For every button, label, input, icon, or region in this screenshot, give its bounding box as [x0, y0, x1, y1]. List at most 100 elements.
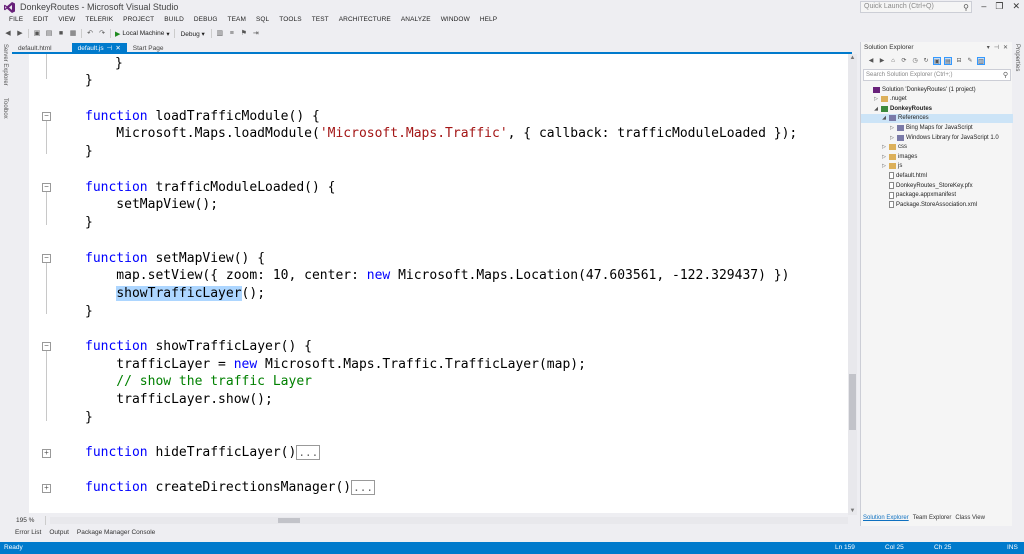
- menu-debug[interactable]: DEBUG: [189, 14, 223, 26]
- back-icon[interactable]: ◀: [867, 57, 875, 65]
- scroll-up-icon[interactable]: ▲: [848, 54, 857, 62]
- solution-explorer-panel: Solution Explorer ▾ ⊣ ✕ ◀ ▶ ⌂ ⟳ ◷ ↻ ▣ ▤ …: [860, 42, 1013, 526]
- menu-tools[interactable]: TOOLS: [274, 14, 306, 26]
- comment-icon[interactable]: ≡: [228, 30, 236, 38]
- expanded-arrow-icon[interactable]: ◢: [873, 106, 879, 112]
- tree-item[interactable]: ▷ images: [861, 152, 1013, 161]
- forward-icon[interactable]: ▶: [16, 30, 24, 38]
- tree-item[interactable]: ◢ References: [861, 113, 1013, 123]
- menu-file[interactable]: FILE: [4, 14, 28, 26]
- properties-tab[interactable]: Properties: [1014, 44, 1020, 71]
- solution-search-input[interactable]: Search Solution Explorer (Ctrl+;) ⚲: [863, 69, 1011, 81]
- indent-icon[interactable]: ⇥: [252, 30, 260, 38]
- menu-window[interactable]: WINDOW: [436, 14, 475, 26]
- menu-sql[interactable]: SQL: [251, 14, 274, 26]
- collapsed-arrow-icon[interactable]: ▷: [881, 144, 887, 150]
- configuration-dropdown[interactable]: Debug ▾: [179, 30, 207, 38]
- minimize-button[interactable]: –: [981, 1, 986, 12]
- title-bar: DonkeyRoutes - Microsoft Visual Studio Q…: [0, 0, 1024, 14]
- collapsed-arrow-icon[interactable]: ▷: [873, 96, 879, 102]
- scroll-thumb[interactable]: [849, 374, 856, 430]
- tab-solution-explorer[interactable]: Solution Explorer: [863, 515, 909, 525]
- file-icon: [889, 172, 894, 180]
- tree-item[interactable]: ▷ .nuget: [861, 95, 1013, 104]
- forward-icon[interactable]: ▶: [878, 57, 886, 65]
- code-editor[interactable]: } } − function loadTrafficModule() { Mic…: [12, 54, 852, 513]
- close-icon[interactable]: ✕: [115, 44, 120, 52]
- tab-output[interactable]: Output: [46, 528, 72, 539]
- close-icon[interactable]: ✕: [1003, 44, 1008, 51]
- close-button[interactable]: ✕: [1012, 1, 1020, 12]
- tree-item[interactable]: DonkeyRoutes_StoreKey.pfx: [861, 181, 1013, 190]
- undo-icon[interactable]: ↶: [86, 30, 94, 38]
- collapsed-arrow-icon[interactable]: ▷: [881, 163, 887, 169]
- maximize-button[interactable]: ❐: [995, 1, 1003, 12]
- menu-team[interactable]: TEAM: [223, 14, 251, 26]
- vertical-scrollbar[interactable]: ▲ ▼: [848, 54, 857, 515]
- pin-icon[interactable]: ⊣: [107, 44, 113, 52]
- new-project-icon[interactable]: ▣: [33, 30, 41, 38]
- home-icon[interactable]: ⌂: [889, 57, 897, 65]
- menu-view[interactable]: VIEW: [53, 14, 80, 26]
- tab-class-view[interactable]: Class View: [955, 515, 985, 525]
- menu-telerik[interactable]: TELERIK: [80, 14, 118, 26]
- tab-package-manager-console[interactable]: Package Manager Console: [74, 528, 158, 539]
- tree-item[interactable]: package.appxmanifest: [861, 191, 1013, 200]
- tab-error-list[interactable]: Error List: [12, 528, 44, 539]
- toolbox-tab[interactable]: Toolbox: [2, 98, 8, 119]
- collapsed-arrow-icon[interactable]: ▷: [889, 125, 895, 131]
- menu-test[interactable]: TEST: [307, 14, 334, 26]
- preview-icon[interactable]: ▥: [977, 57, 985, 65]
- visual-studio-logo-icon: [4, 2, 15, 13]
- sync-icon[interactable]: ⟳: [900, 57, 908, 65]
- expanded-arrow-icon[interactable]: ◢: [881, 115, 887, 121]
- bookmark-icon[interactable]: ⚑: [240, 30, 248, 38]
- back-icon[interactable]: ◀: [4, 30, 12, 38]
- tree-item[interactable]: default.html: [861, 171, 1013, 180]
- chevron-down-icon[interactable]: ▾: [987, 44, 990, 51]
- collapsed-region[interactable]: ...: [296, 445, 321, 460]
- folder-icon: [881, 96, 888, 103]
- refresh-icon[interactable]: ↻: [922, 57, 930, 65]
- keyword: function: [85, 180, 148, 195]
- menu-help[interactable]: HELP: [475, 14, 502, 26]
- tree-item[interactable]: ▷ Windows Library for JavaScript 1.0: [861, 133, 1013, 142]
- collapsed-arrow-icon[interactable]: ▷: [889, 135, 895, 141]
- menu-analyze[interactable]: ANALYZE: [396, 14, 436, 26]
- collapsed-arrow-icon[interactable]: ▷: [881, 154, 887, 160]
- horizontal-scroll-thumb[interactable]: [278, 518, 300, 523]
- save-all-icon[interactable]: ▦: [69, 30, 77, 38]
- show-all-files-icon[interactable]: ▤: [944, 57, 952, 65]
- menu-project[interactable]: PROJECT: [118, 14, 159, 26]
- tab-team-explorer[interactable]: Team Explorer: [913, 515, 952, 525]
- collapsed-region[interactable]: ...: [351, 480, 375, 495]
- pin-icon[interactable]: ⊣: [994, 44, 999, 51]
- menu-build[interactable]: BUILD: [159, 14, 189, 26]
- properties-icon[interactable]: ✎: [966, 57, 974, 65]
- menu-architecture[interactable]: ARCHITECTURE: [334, 14, 396, 26]
- tree-item[interactable]: Package.StoreAssociation.xml: [861, 200, 1013, 209]
- tree-item[interactable]: ▷ css: [861, 143, 1013, 152]
- toolbar-separator: [173, 29, 175, 38]
- start-debugging-button[interactable]: ▶ Local Machine ▾: [115, 30, 170, 38]
- tree-item[interactable]: ◢ DonkeyRoutes: [861, 104, 1013, 113]
- save-icon[interactable]: ■: [57, 30, 65, 38]
- menu-edit[interactable]: EDIT: [28, 14, 53, 26]
- quick-launch-input[interactable]: Quick Launch (Ctrl+Q) ⚲: [860, 1, 972, 13]
- tree-item[interactable]: ▷ js: [861, 162, 1013, 171]
- tree-item[interactable]: ▷ Bing Maps for JavaScript: [861, 123, 1013, 132]
- toolbar-separator: [210, 29, 212, 38]
- redo-icon[interactable]: ↷: [98, 30, 106, 38]
- open-icon[interactable]: ▤: [45, 30, 53, 38]
- pending-changes-icon[interactable]: ◷: [911, 57, 919, 65]
- collapse-all-icon[interactable]: ▣: [933, 57, 941, 65]
- code-text: }: [85, 215, 93, 230]
- horizontal-scrollbar[interactable]: [50, 517, 848, 524]
- tree-item[interactable]: Solution 'DonkeyRoutes' (1 project): [861, 85, 1013, 94]
- standard-toolbar: ◀ ▶ ▣ ▤ ■ ▦ ↶ ↷ ▶ Local Machine ▾ Debug …: [0, 27, 1024, 40]
- view-code-icon[interactable]: ⊟: [955, 57, 963, 65]
- server-explorer-tab[interactable]: Server Explorer: [2, 44, 8, 86]
- find-icon[interactable]: ▥: [216, 30, 224, 38]
- zoom-level-dropdown[interactable]: 195 %: [12, 516, 46, 525]
- scroll-down-icon[interactable]: ▼: [848, 507, 857, 515]
